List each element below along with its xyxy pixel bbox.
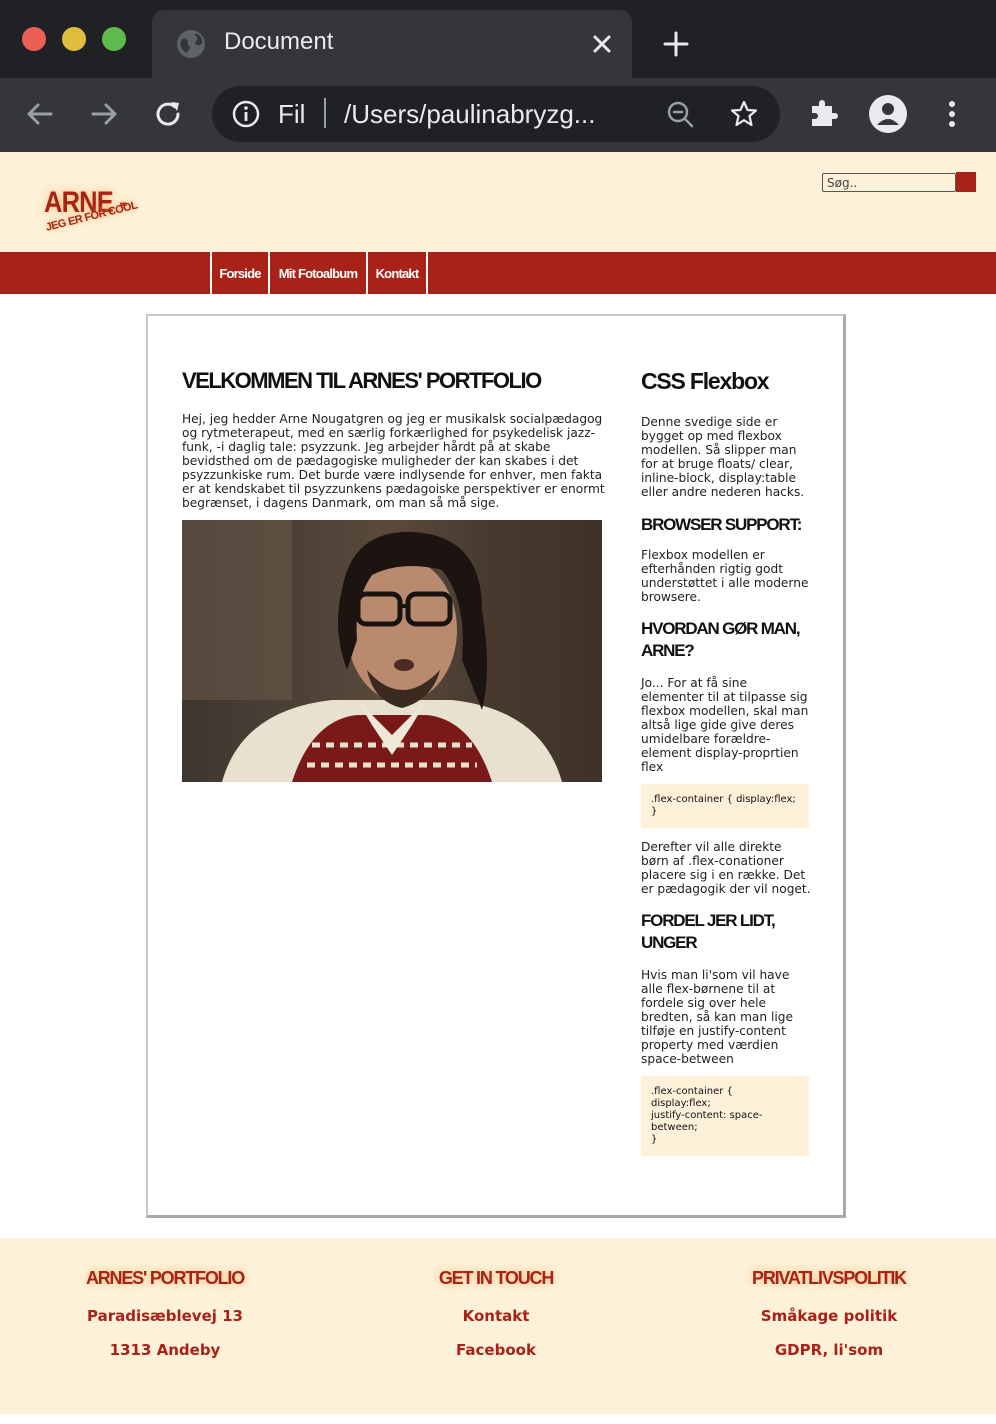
nav-item-fotoalbum[interactable]: Mit Fotoalbum <box>268 252 366 294</box>
zoom-out-icon[interactable] <box>666 100 694 128</box>
window-minimize-dot[interactable] <box>62 27 86 51</box>
footer-heading: PRIVATLIVSPOLITIK <box>752 1268 907 1288</box>
info-icon[interactable] <box>232 100 260 128</box>
tab-title: Document <box>224 28 334 55</box>
address-scheme-label: Fil <box>278 99 306 129</box>
footer-column-contact: GET IN TOUCH Kontakt Facebook <box>331 1268 661 1359</box>
sidebar-paragraph: Flexbox modellen er efterhånden rigtig g… <box>641 548 809 604</box>
sidebar: CSS Flexbox Denne svedige side er bygget… <box>641 368 811 1156</box>
code-snippet: .flex-container { display:flex; } <box>641 784 809 828</box>
footer-link-gdpr[interactable]: GDPR, li'som <box>664 1341 994 1359</box>
arne-portrait-image <box>182 520 602 782</box>
window-close-dot[interactable] <box>22 27 46 51</box>
sidebar-heading: FORDEL JER LIDT, UNGER <box>641 911 776 952</box>
nav-item-forside[interactable]: Forside <box>210 252 268 294</box>
search-button[interactable] <box>956 172 976 192</box>
window-zoom-dot[interactable] <box>102 27 126 51</box>
new-tab-icon[interactable] <box>662 30 690 58</box>
footer-link-cookies[interactable]: Småkage politik <box>664 1307 994 1325</box>
nav-divider <box>426 252 428 294</box>
sidebar-title: CSS Flexbox <box>641 368 770 394</box>
footer-address-line: 1313 Andeby <box>109 1341 221 1359</box>
sidebar-paragraph: Denne svedige side er bygget op med flex… <box>641 415 805 499</box>
sidebar-paragraph: Derefter vil alle direkte børn af .flex-… <box>641 840 811 896</box>
footer-heading: GET IN TOUCH <box>438 1268 554 1288</box>
footer-address-line: Paradisæblevej 13 <box>87 1307 243 1325</box>
site-header: ARNE - JEG ER FOR COOL <box>0 152 996 252</box>
sidebar-paragraph: Jo... For at få sine elementer til at ti… <box>641 676 809 774</box>
sidebar-heading: HVORDAN GØR MAN, ARNE? <box>641 619 801 660</box>
nav-item-kontakt[interactable]: Kontakt <box>366 252 426 294</box>
footer-link-kontakt[interactable]: Kontakt <box>331 1307 661 1325</box>
globe-icon <box>177 30 205 58</box>
site-footer: ARNES' PORTFOLIO Paradisæblevej 13 1313 … <box>0 1238 996 1414</box>
star-icon[interactable] <box>730 100 758 128</box>
menu-dots-icon[interactable] <box>932 94 972 134</box>
web-page: ARNE - JEG ER FOR COOL Forside Mit Fotoa… <box>0 152 996 1424</box>
footer-column-privacy: PRIVATLIVSPOLITIK Småkage politik GDPR, … <box>664 1268 994 1359</box>
reload-icon[interactable] <box>152 98 184 130</box>
page-title: VELKOMMEN TIL ARNES' PORTFOLIO <box>182 368 542 393</box>
footer-column-portfolio: ARNES' PORTFOLIO Paradisæblevej 13 1313 … <box>0 1268 330 1359</box>
forward-arrow-icon[interactable] <box>88 98 120 130</box>
search-input[interactable] <box>822 173 956 192</box>
code-snippet: .flex-container { display:flex; justify-… <box>641 1076 809 1156</box>
browser-tab-bar: Document <box>0 0 996 78</box>
sidebar-paragraph: Hvis man li'som vil have alle flex-børne… <box>641 968 794 1066</box>
footer-heading: ARNES' PORTFOLIO <box>85 1268 245 1288</box>
address-url[interactable]: /Users/paulinabryzg... <box>344 99 595 130</box>
close-icon[interactable] <box>588 30 616 58</box>
address-bar[interactable]: Fil /Users/paulinabryzg... <box>212 86 780 142</box>
footer-link-facebook[interactable]: Facebook <box>331 1341 661 1359</box>
browser-tab[interactable]: Document <box>152 10 632 78</box>
browser-toolbar: Fil /Users/paulinabryzg... <box>0 78 996 152</box>
back-arrow-icon[interactable] <box>24 98 56 130</box>
extensions-puzzle-icon[interactable] <box>804 94 844 134</box>
profile-avatar-icon[interactable] <box>868 94 908 134</box>
main-navigation: Forside Mit Fotoalbum Kontakt <box>0 252 996 294</box>
content-container: VELKOMMEN TIL ARNES' PORTFOLIO Hej, jeg … <box>146 314 846 1218</box>
address-separator <box>324 98 326 128</box>
sidebar-heading: BROWSER SUPPORT: <box>641 515 802 534</box>
intro-paragraph: Hej, jeg hedder Arne Nougatgren og jeg e… <box>182 412 605 510</box>
